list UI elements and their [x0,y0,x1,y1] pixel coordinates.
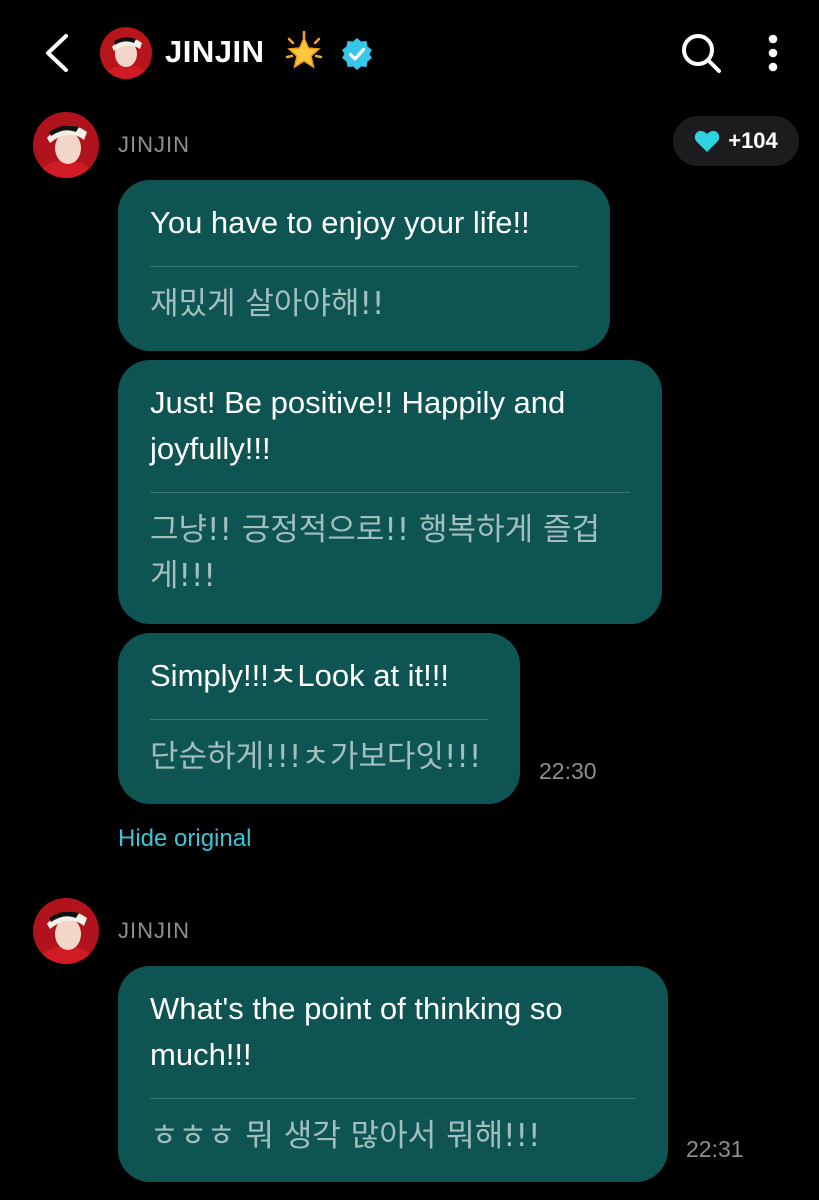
sender-avatar[interactable] [33,112,99,178]
more-vert-icon [768,34,778,72]
original-text: 그냥!! 긍정적으로!! 행복하게 즐겁게!!! [150,512,601,594]
sender-avatar[interactable] [33,898,99,964]
message-timestamp: 22:30 [539,758,597,784]
sender-name: JINJIN [118,918,190,943]
translated-text: What's the point of thinking so much!!! [150,991,563,1072]
reaction-count: +104 [728,128,778,153]
message-bubble[interactable]: Just! Be positive!! Happily and joyfully… [118,360,662,624]
message-timestamp: 22:31 [686,1136,744,1162]
glowing-star-icon [284,30,324,72]
heart-icon [694,130,720,152]
page-title: JINJIN [165,34,265,69]
search-button[interactable] [678,30,724,76]
divider [150,1098,636,1099]
message-bubble[interactable]: What's the point of thinking so much!!! … [118,966,668,1182]
header-avatar[interactable] [100,27,152,79]
original-text: 단순하게!!!ㅊ가보다잇!!! [150,739,482,775]
divider [150,719,488,720]
verified-badge-icon [340,37,374,71]
translated-text: Simply!!!ㅊLook at it!!! [150,658,450,693]
more-options-button[interactable] [756,30,790,76]
back-icon [46,34,68,72]
original-text: ㅎㅎㅎ 뭐 생각 많아서 뭐해!!! [150,1118,541,1154]
hide-original-link[interactable]: Hide original [118,824,251,854]
original-text: 재밌게 살아야해!! [150,286,385,322]
back-button[interactable] [38,30,78,76]
divider [150,492,630,493]
translated-text: Just! Be positive!! Happily and joyfully… [150,385,566,466]
translated-text: You have to enjoy your life!! [150,205,530,240]
search-icon [682,34,721,73]
divider [150,266,578,267]
reaction-count-button[interactable]: +104 [673,116,799,166]
message-bubble[interactable]: You have to enjoy your life!! 재밌게 살아야해!! [118,180,610,351]
sender-name: JINJIN [118,132,190,157]
message-bubble[interactable]: Simply!!!ㅊLook at it!!! 단순하게!!!ㅊ가보다잇!!! [118,633,520,804]
